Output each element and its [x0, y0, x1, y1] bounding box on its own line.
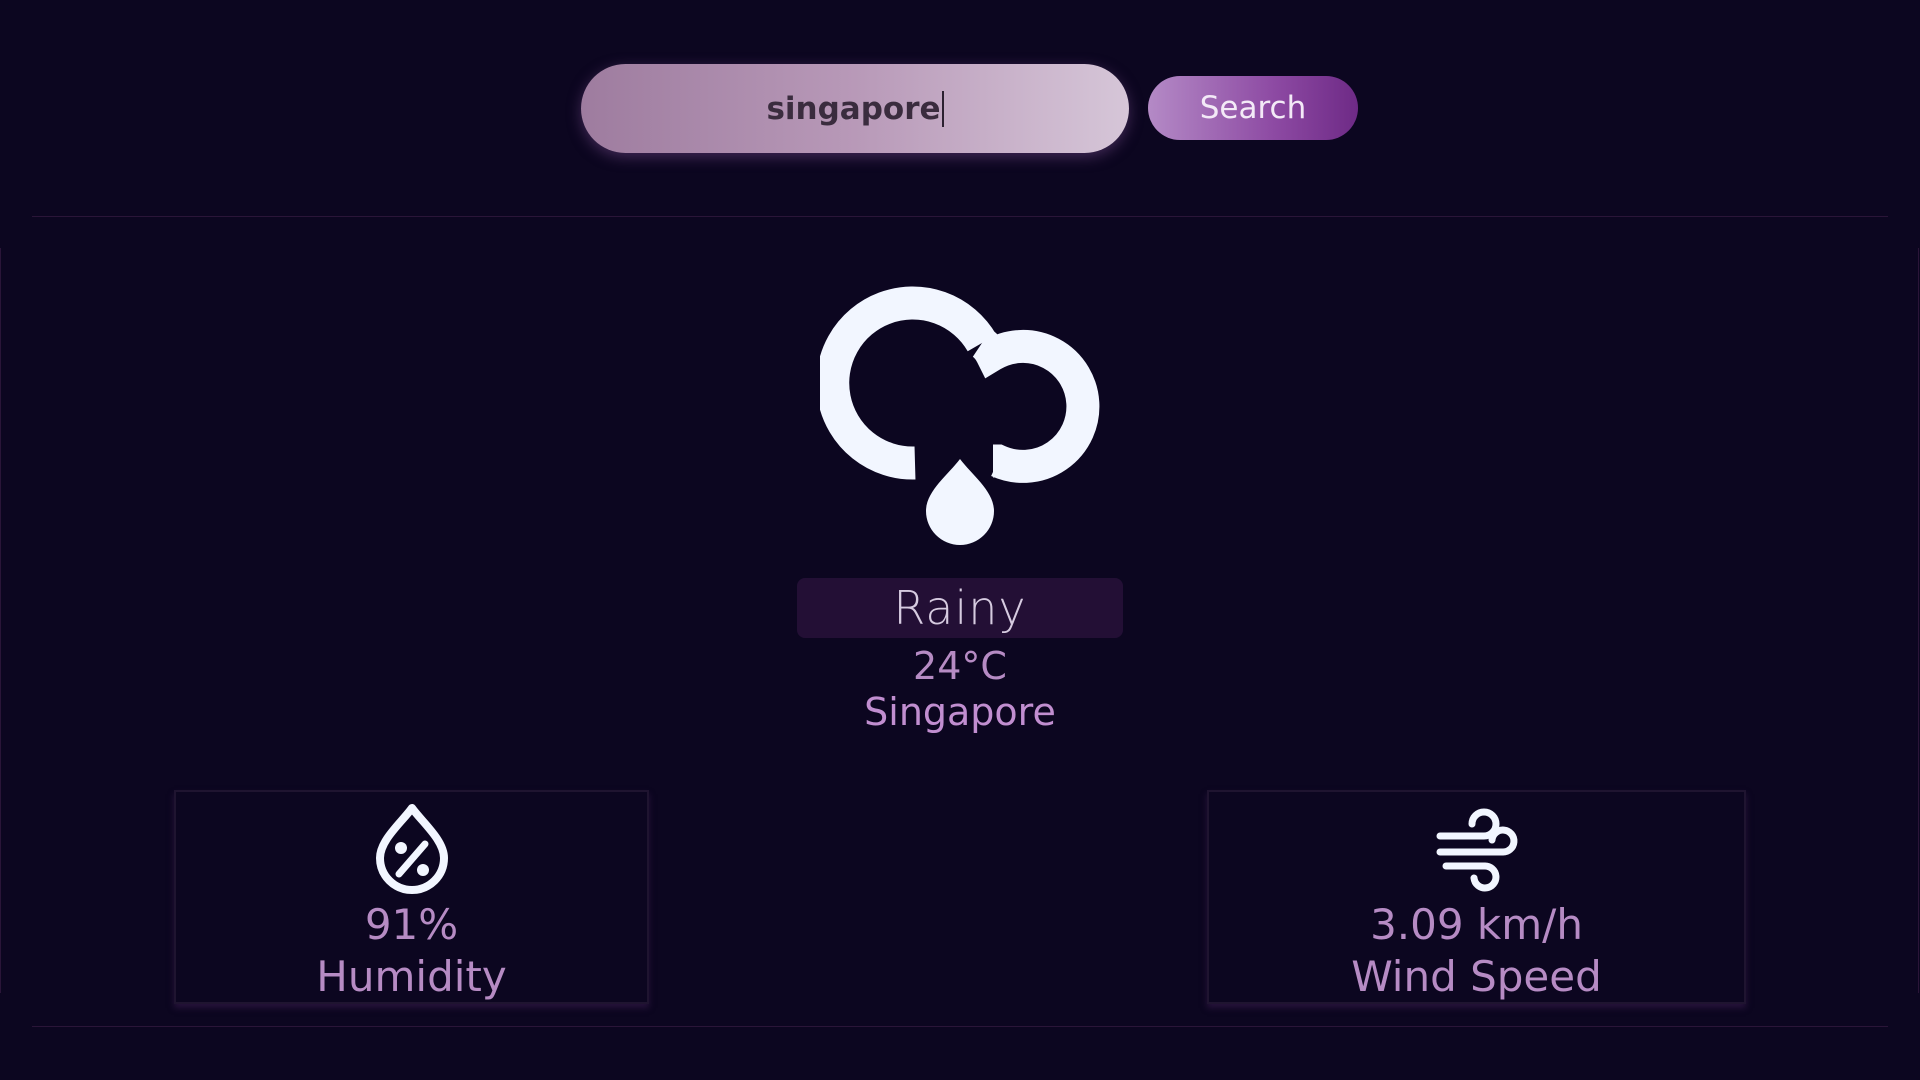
rain-cloud-icon	[820, 286, 1100, 545]
right-border	[1918, 248, 1919, 993]
humidity-value: 91%	[364, 900, 459, 949]
temperature: 24°C	[913, 644, 1007, 688]
humidity-card: 91% Humidity	[174, 790, 649, 1004]
wind-icon	[1436, 808, 1517, 892]
condition-badge: Rainy	[797, 578, 1123, 638]
left-border	[0, 248, 1, 993]
search-input[interactable]: singapore	[581, 64, 1129, 153]
search-input-value: singapore	[766, 90, 941, 127]
humidity-drop-icon	[375, 804, 448, 894]
wind-card: 3.09 km/h Wind Speed	[1207, 790, 1746, 1004]
text-caret	[941, 90, 944, 127]
top-divider	[32, 216, 1888, 217]
city-name: Singapore	[864, 690, 1056, 734]
search-button[interactable]: Search	[1148, 76, 1358, 140]
wind-speed-label: Wind Speed	[1351, 952, 1602, 1001]
bottom-divider	[32, 1026, 1888, 1027]
search-bar: singapore Search	[0, 64, 1920, 154]
humidity-label: Humidity	[316, 952, 507, 1001]
wind-speed-value: 3.09 km/h	[1370, 900, 1583, 949]
weather-app: singapore Search Rainy 24°C Singapore 91…	[0, 0, 1920, 1080]
condition-text: Rainy	[893, 581, 1027, 635]
